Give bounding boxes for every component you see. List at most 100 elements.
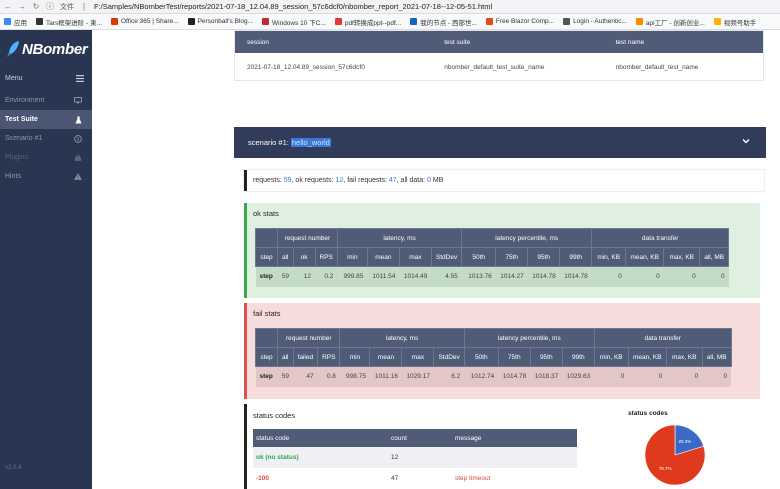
- stats-column-header: step: [255, 347, 278, 367]
- status-codes-panel: status codes status code count message o…: [244, 404, 764, 489]
- stats-cell: 1011.16: [374, 373, 398, 381]
- stats-column-header: 75th: [495, 247, 529, 267]
- stats-column-header: max: [398, 247, 432, 267]
- stats-column-header: 75th: [497, 347, 531, 367]
- pie-slice-label: 79.7%: [659, 466, 672, 471]
- stats-group-header: data transfer: [593, 328, 732, 348]
- bookmark-item[interactable]: pdf转换成ppt--pdf...: [334, 17, 402, 27]
- bookmark-label: api工厂 - 创新创业...: [645, 19, 705, 27]
- plugin-icon: [74, 154, 82, 162]
- bookmark-item[interactable]: api工厂 - 创新创业...: [635, 17, 705, 27]
- sidebar-item-plugins[interactable]: Plugins: [0, 148, 92, 167]
- bookmark-label: Windows 10 下C...: [272, 19, 326, 27]
- bookmark-item[interactable]: Free Blazor Comp...: [485, 18, 554, 25]
- version-label: v2.0.4: [5, 465, 22, 471]
- stats-group-header-row: request number latency, ms latency percent…: [255, 328, 732, 348]
- table-row: step 59 47 0.8 998.75 1011.16 1029.17 6.2 1012.7…: [255, 366, 732, 387]
- stats-column-header: ok: [292, 247, 316, 267]
- bookmark-label: pdf转换成ppt--pdf...: [344, 19, 402, 27]
- status-code-cell: ok (no status): [256, 454, 299, 461]
- stats-cell: 1011.54: [372, 273, 396, 281]
- stats-cell: 1018.37: [534, 373, 559, 381]
- stats-column-header: min: [339, 347, 371, 367]
- requests-label: requests:: [253, 177, 282, 184]
- ok-stats-title: ok stats: [253, 209, 279, 218]
- menu-toggle[interactable]: Menu: [0, 69, 92, 87]
- stats-cell: 1014.49: [403, 273, 428, 281]
- status-code-cell: -100: [256, 475, 270, 482]
- bookmark-item[interactable]: Tars框架进阶 - 柬...: [36, 17, 102, 27]
- sidebar-item-test-suite[interactable]: Test Suite: [0, 110, 92, 129]
- main-content: session test suite test name 2021-07-18_…: [92, 30, 780, 489]
- fail-requests-label: , fail requests:: [343, 177, 387, 184]
- reload-icon[interactable]: ↻: [32, 2, 40, 11]
- table-row: -100 47 step timeout: [253, 468, 577, 489]
- scenario-label: scenario #1:: [248, 138, 289, 147]
- bookmark-item[interactable]: Windows 10 下C...: [262, 17, 326, 27]
- bookmark-item[interactable]: Personball's Blog...: [187, 18, 253, 25]
- test-suite-header: test suite: [444, 38, 471, 46]
- stats-cell: 0: [620, 373, 625, 381]
- stats-column-header: min, KB: [591, 247, 627, 267]
- count-header: count: [388, 429, 452, 447]
- stats-group-header: data transfer: [591, 228, 730, 248]
- stats-cell: 0: [618, 273, 622, 281]
- hamburger-icon[interactable]: [76, 74, 84, 82]
- session-table: session test suite test name 2021-07-18_…: [234, 30, 764, 81]
- stats-cell: 4.55: [445, 273, 458, 281]
- sidebar-item-hints[interactable]: Hints: [0, 167, 92, 186]
- stats-column-header: max: [401, 347, 435, 367]
- sidebar-item-label: Hints: [5, 173, 21, 180]
- stats-column-header: StdDev: [430, 247, 463, 267]
- requests-count: 59: [283, 177, 292, 184]
- stats-column-header: 50th: [463, 347, 499, 367]
- stats-column-header: mean: [369, 347, 403, 367]
- info-circle-icon: [74, 134, 82, 143]
- sidebar-item-label: Plugins: [5, 154, 28, 161]
- flask-icon: [74, 116, 82, 124]
- stats-cell: step: [259, 373, 273, 381]
- bookmark-item[interactable]: Office 365 | Share...: [110, 18, 179, 25]
- session-value: 2021-07-18_12.04.89_session_57c6dcf0: [247, 63, 365, 71]
- bookmark-label: Office 365 | Share...: [120, 18, 179, 25]
- stats-column-header: all, MB: [701, 347, 732, 367]
- sidebar-item-environment[interactable]: Environment: [0, 91, 92, 110]
- stats-cell: 0.2: [324, 273, 334, 281]
- chevron-down-icon[interactable]: [742, 137, 750, 145]
- bookmark-label: 我的节点 - 西部世...: [420, 19, 477, 27]
- stats-group-header: latency, ms: [339, 328, 465, 348]
- stats-column-header: 99th: [561, 347, 595, 367]
- stats-column-header: mean, KB: [627, 347, 667, 367]
- bookmark-label: 应用: [14, 19, 27, 27]
- bookmark-item[interactable]: 我的节点 - 西部世...: [410, 17, 477, 27]
- ok-stats-table: request number latency, ms latency percent…: [255, 228, 730, 287]
- requests-summary: requests: 59, ok requests: 12, fail requ…: [244, 170, 764, 191]
- bookmark-favicon-icon: [410, 18, 418, 25]
- stats-cell: 998.75: [346, 373, 366, 381]
- stats-column-header: 95th: [527, 247, 561, 267]
- stats-cell: 0: [694, 373, 699, 381]
- stats-cell: 0: [720, 273, 725, 281]
- stats-cell: 1014.78: [532, 273, 556, 281]
- stats-group-empty: [255, 228, 278, 248]
- info-icon[interactable]: ⓘ: [46, 1, 54, 12]
- message-cell: [452, 447, 577, 468]
- forward-arrow-icon[interactable]: →: [18, 2, 26, 11]
- sidebar: NBomber Menu Environment Test Suite Scenar…: [0, 30, 92, 489]
- bookmark-item[interactable]: 应用: [4, 17, 27, 27]
- bookmark-item[interactable]: 视频号助手: [713, 17, 756, 27]
- sidebar-item-scenario-1[interactable]: Scenario #1: [0, 129, 92, 148]
- table-row: step 59 12 0.2 999.85 1011.54 1014.49 4.55 1013.…: [255, 266, 729, 287]
- ok-requests-label: , ok requests:: [291, 177, 334, 184]
- monitor-icon: [74, 97, 82, 105]
- fail-requests-count: 47: [388, 177, 397, 184]
- bookmark-label: Personball's Blog...: [197, 18, 253, 25]
- scenario-header[interactable]: scenario #1: hello_world: [234, 127, 766, 158]
- stats-column-header: all: [277, 247, 294, 267]
- rocket-logo-icon: [7, 41, 19, 57]
- stats-column-header: max, KB: [663, 247, 701, 267]
- stats-column-header: 99th: [559, 247, 593, 267]
- back-arrow-icon[interactable]: ←: [4, 2, 12, 11]
- url-field[interactable]: F:/Samples/NBomberTest/reports/2021-07-1…: [94, 2, 492, 11]
- bookmark-item[interactable]: Login - Authentic...: [563, 18, 627, 25]
